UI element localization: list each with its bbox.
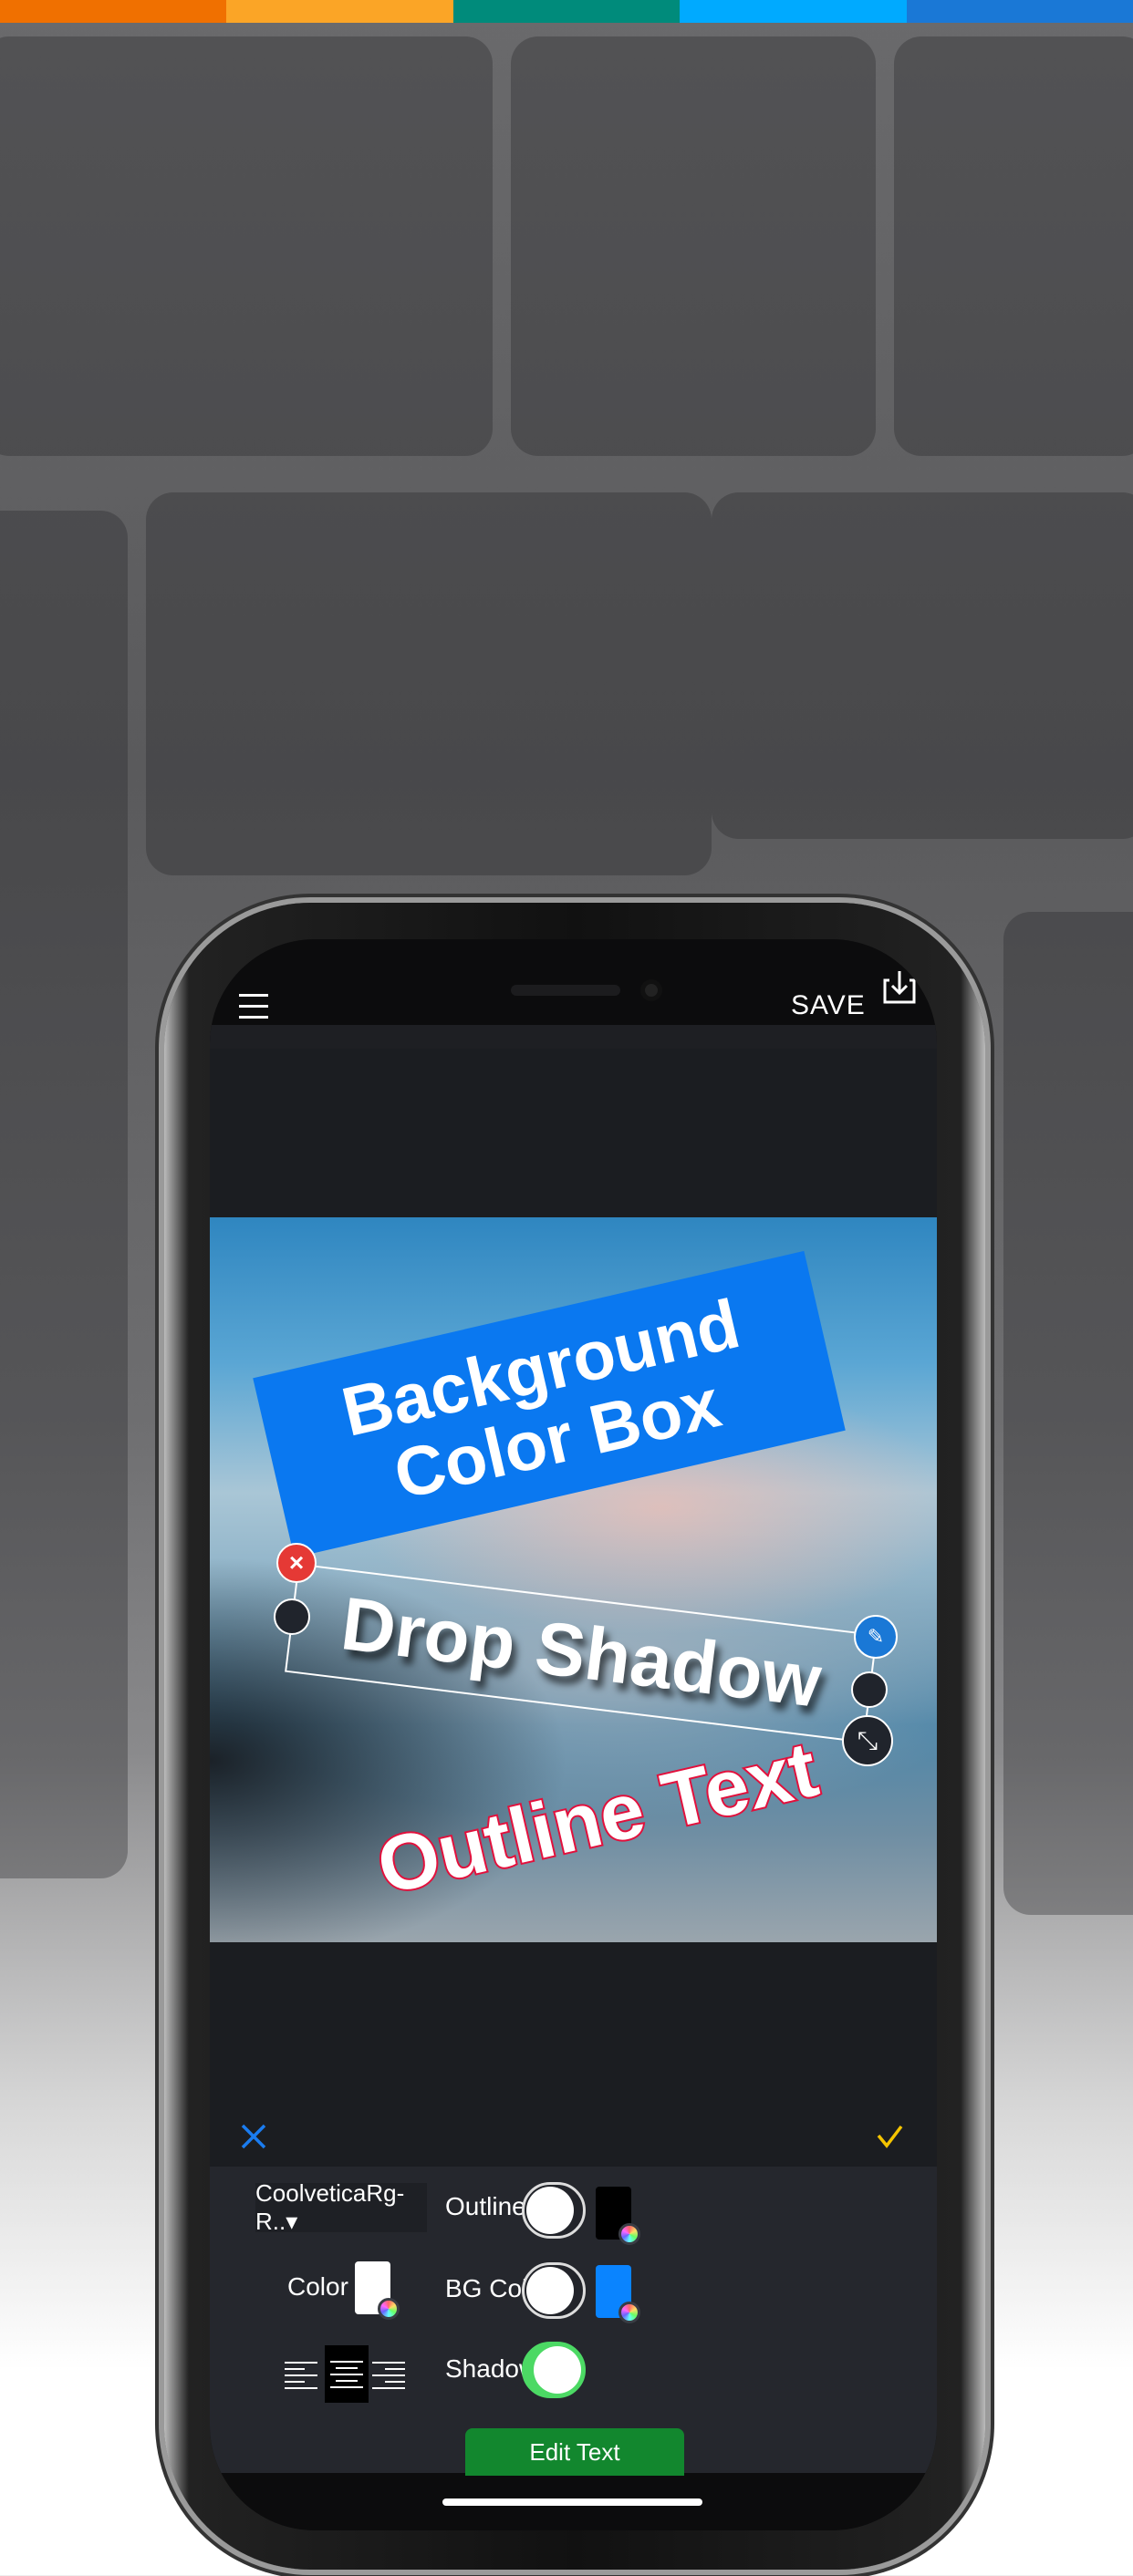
drop-shadow-text-layer[interactable]: Drop Shadow [285, 1563, 878, 1743]
outline-label: Outline [445, 2192, 526, 2220]
earpiece [511, 985, 620, 996]
rotate-handle-left[interactable] [274, 1598, 310, 1635]
delete-icon[interactable]: × [276, 1543, 317, 1583]
bg-color-toggle[interactable] [522, 2262, 586, 2319]
edit-text-label: Edit Text [529, 2437, 620, 2466]
download-icon[interactable] [882, 969, 917, 1004]
phone-frame: SAVE Background Color Box Outline Text D… [164, 903, 985, 2570]
shadow-toggle[interactable] [522, 2342, 586, 2398]
align-left-button[interactable] [281, 2348, 321, 2403]
edit-text-button[interactable]: Edit Text [465, 2428, 684, 2476]
app-screen: SAVE Background Color Box Outline Text D… [210, 939, 937, 2530]
color-label: Color [287, 2272, 348, 2301]
outline-toggle[interactable] [522, 2182, 586, 2239]
align-right-button[interactable] [369, 2348, 409, 2403]
canvas-top-strip [210, 1025, 937, 1049]
rotate-handle-right[interactable] [851, 1671, 888, 1708]
color-wheel-icon [378, 2298, 400, 2320]
outline-text-layer[interactable]: Outline Text [294, 1707, 900, 1930]
save-label[interactable]: SAVE [791, 990, 866, 1021]
background-color-text-layer[interactable]: Background Color Box [253, 1250, 846, 1558]
color-wheel-icon [618, 2223, 640, 2245]
stripe-blue [906, 0, 1133, 23]
font-select-value: CoolveticaRg-R..▾ [255, 2179, 405, 2235]
drop-shadow-text: Drop Shadow [337, 1582, 826, 1723]
close-icon[interactable] [240, 2123, 267, 2150]
menu-button[interactable] [239, 994, 268, 1027]
stripe-sky [680, 0, 907, 23]
resize-icon[interactable]: ⤡ [842, 1715, 893, 1766]
stripe-teal [452, 0, 681, 23]
stripe-amber [226, 0, 453, 23]
text-style-panel: CoolveticaRg-R..▾ Outline Color BG Color… [210, 2167, 937, 2476]
photo-canvas[interactable]: Background Color Box Outline Text Drop S… [210, 1217, 937, 1942]
color-wheel-icon [618, 2302, 640, 2323]
checkmark-icon[interactable] [876, 2123, 903, 2150]
home-indicator [442, 2498, 702, 2506]
stripe-orange [0, 0, 227, 23]
camera [640, 979, 662, 1001]
hamburger-icon [239, 994, 268, 997]
align-center-button[interactable] [325, 2345, 369, 2403]
font-select[interactable]: CoolveticaRg-R..▾ [255, 2179, 427, 2235]
edit-pencil-icon[interactable]: ✎ [854, 1615, 898, 1659]
